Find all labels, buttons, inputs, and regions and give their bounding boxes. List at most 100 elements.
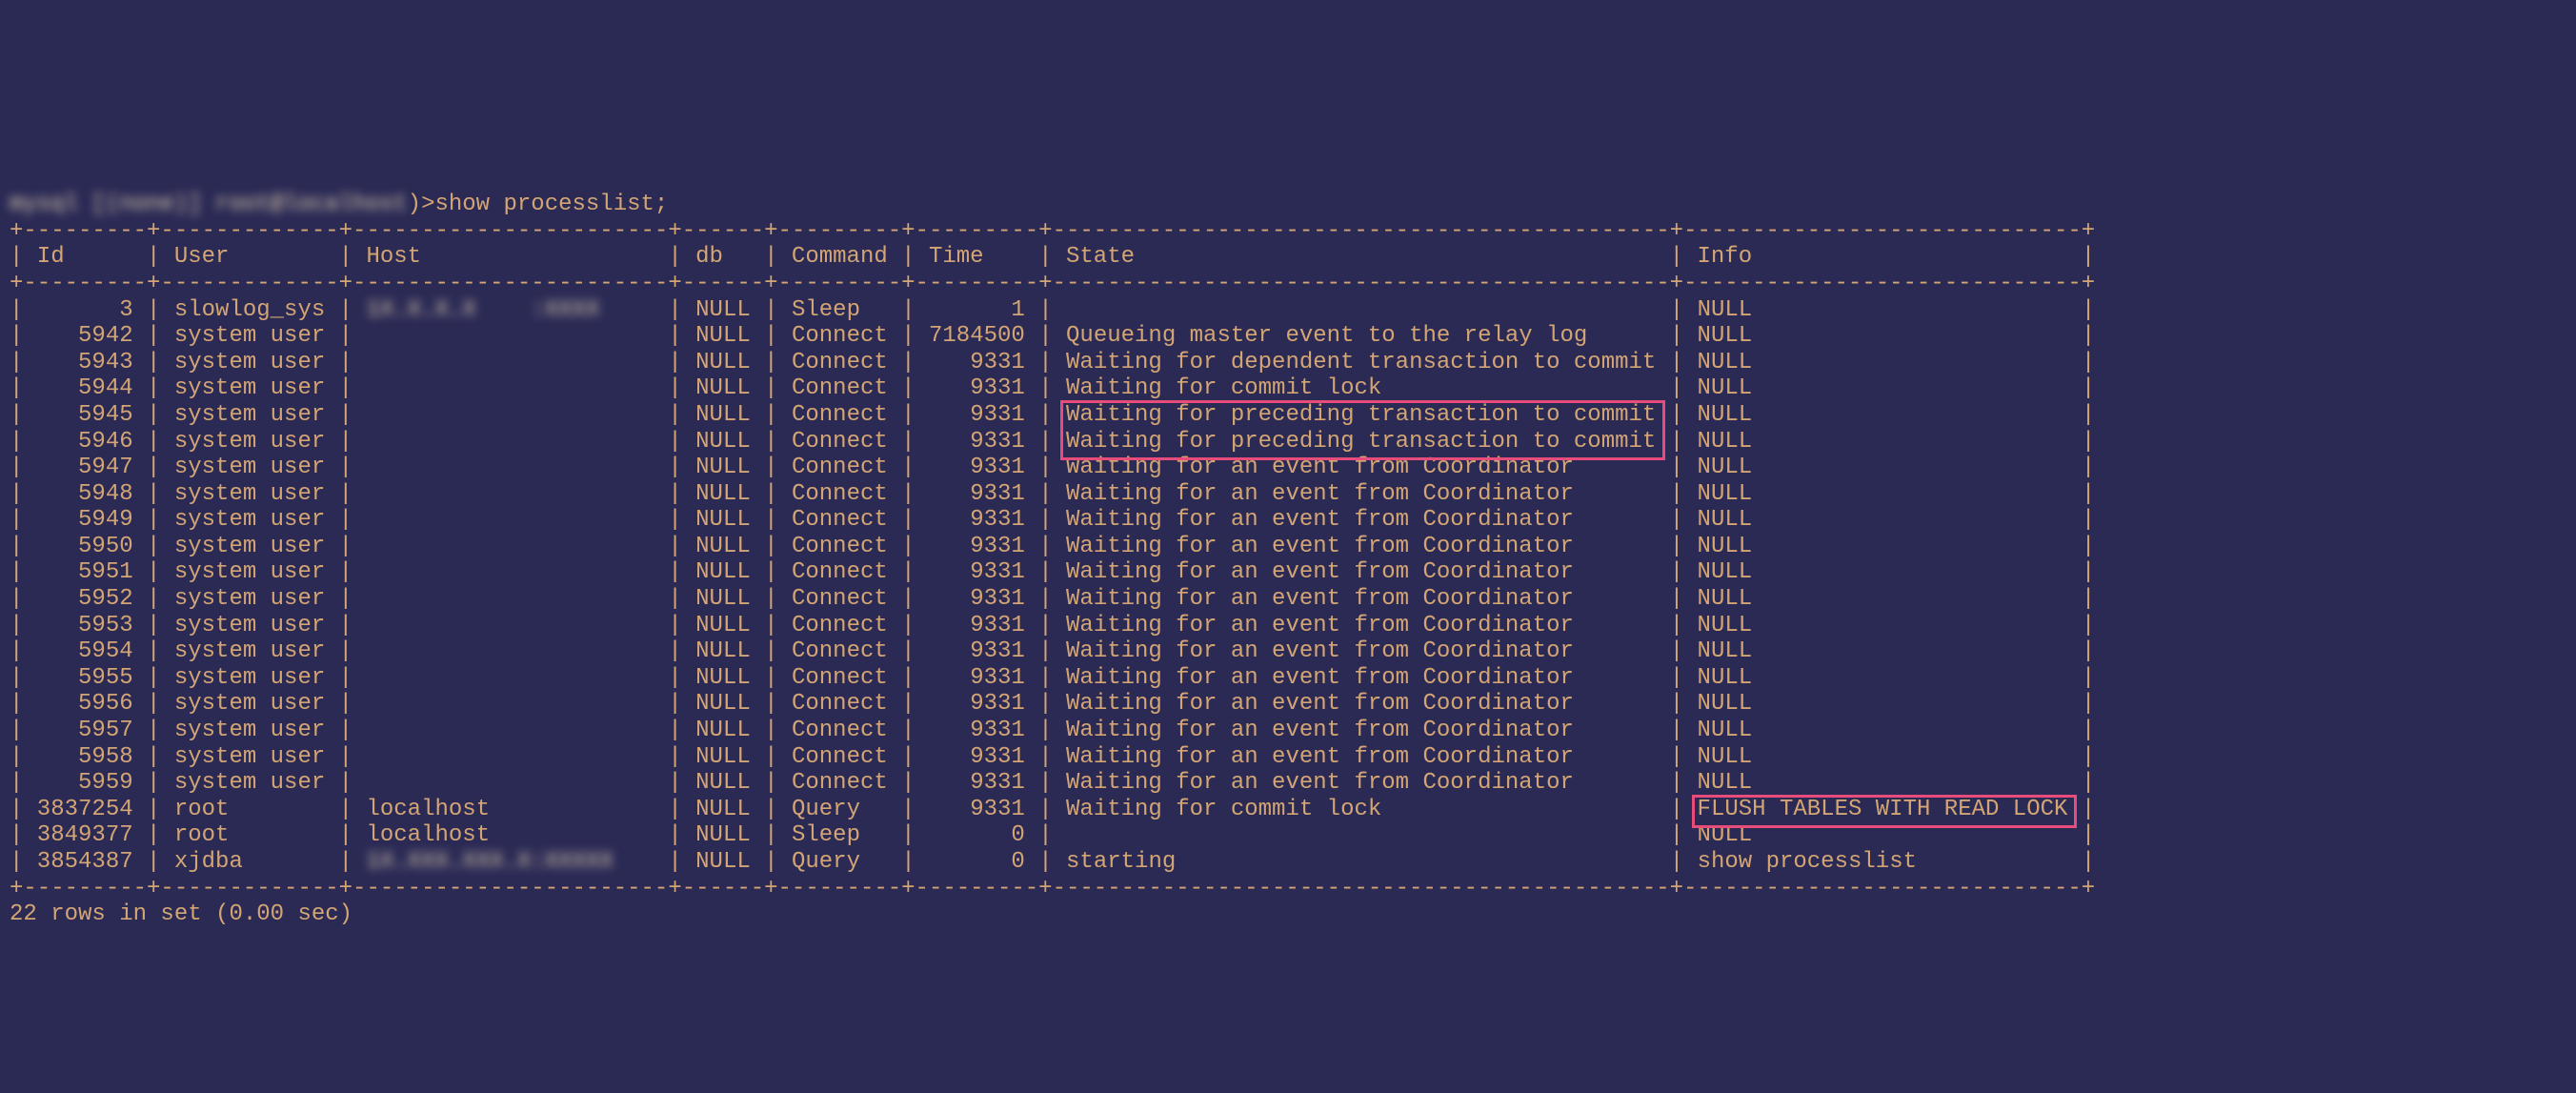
cell-sep: | bbox=[2067, 323, 2095, 349]
cell-sep: | bbox=[2067, 613, 2095, 638]
cell-sep: | bbox=[2067, 770, 2095, 796]
cell-user: system user | bbox=[174, 455, 367, 480]
cell-state: Queueing master event to the relay log bbox=[1066, 323, 1656, 349]
cell-sep: | bbox=[1656, 350, 1697, 375]
cell-sep: | bbox=[1656, 559, 1697, 585]
cell-time: 9331 | bbox=[929, 718, 1066, 743]
cell-host: | bbox=[366, 718, 695, 743]
cell-time: 9331 | bbox=[929, 350, 1066, 375]
cell-host: | bbox=[366, 323, 695, 349]
cell-db: NULL | bbox=[695, 770, 792, 796]
cell-db: NULL | bbox=[695, 822, 792, 848]
table-row: | 3837254 | root | localhost | NULL | Qu… bbox=[10, 797, 2566, 823]
table-row: | 5951 | system user | | NULL | Connect … bbox=[10, 559, 2566, 586]
cell-sep: | bbox=[1656, 770, 1697, 796]
cell-sep: | bbox=[2067, 297, 2095, 323]
table-row: | 5952 | system user | | NULL | Connect … bbox=[10, 586, 2566, 613]
cell-state bbox=[1066, 822, 1656, 848]
cell-sep: | bbox=[1656, 507, 1697, 533]
result-footer: 22 rows in set (0.00 sec) bbox=[10, 901, 2566, 928]
cell-host: | bbox=[366, 559, 695, 585]
table-divider-top: +---------+-------------+---------------… bbox=[10, 218, 2566, 245]
cell-command: Connect | bbox=[792, 691, 929, 717]
table-row: | 5942 | system user | | NULL | Connect … bbox=[10, 323, 2566, 350]
cell-sep: | bbox=[2067, 429, 2095, 455]
prompt-redacted: mysql [(none)] root@localhost bbox=[10, 192, 408, 218]
cell-command: Connect | bbox=[792, 744, 929, 770]
cell-user: slowlog_sys | bbox=[174, 297, 367, 323]
cell-user: system user | bbox=[174, 770, 367, 796]
cell-db: NULL | bbox=[695, 481, 792, 507]
cell-sep: | bbox=[2067, 586, 2095, 612]
cell-state: Waiting for an event from Coordinator bbox=[1066, 718, 1656, 743]
cell-user: system user | bbox=[174, 744, 367, 770]
cell-command: Query | bbox=[792, 797, 929, 822]
cell-state: Waiting for an event from Coordinator bbox=[1066, 455, 1656, 480]
cell-state: Waiting for preceding transaction to com… bbox=[1066, 402, 1656, 428]
prompt-line: mysql [(none)] root@localhost)>show proc… bbox=[10, 192, 2566, 218]
cell-info: NULL bbox=[1698, 770, 2068, 796]
cell-info: NULL bbox=[1698, 455, 2068, 480]
cell-user: system user | bbox=[174, 507, 367, 533]
cell-user: system user | bbox=[174, 613, 367, 638]
table-divider-mid: +---------+-------------+---------------… bbox=[10, 271, 2566, 297]
cell-id: | 3849377 | bbox=[10, 822, 174, 848]
cell-sep: | bbox=[1656, 455, 1697, 480]
cell-db: NULL | bbox=[695, 638, 792, 664]
cell-sep: | bbox=[2067, 481, 2095, 507]
cell-time: 9331 | bbox=[929, 559, 1066, 585]
cell-info: NULL bbox=[1698, 507, 2068, 533]
cell-info: NULL bbox=[1698, 323, 2068, 349]
cell-user: system user | bbox=[174, 481, 367, 507]
cell-db: NULL | bbox=[695, 849, 792, 875]
cell-command: Query | bbox=[792, 849, 929, 875]
cell-host: localhost | bbox=[366, 822, 695, 848]
cell-sep: | bbox=[1656, 297, 1697, 323]
cell-sep: | bbox=[2067, 350, 2095, 375]
cell-host: | bbox=[366, 665, 695, 691]
cell-command: Connect | bbox=[792, 481, 929, 507]
cell-host: | bbox=[366, 744, 695, 770]
cell-sep: | bbox=[654, 297, 695, 323]
cell-id: | 5945 | bbox=[10, 402, 174, 428]
cell-command: Connect | bbox=[792, 507, 929, 533]
cell-sep: | bbox=[2067, 665, 2095, 691]
cell-id: | 5944 | bbox=[10, 375, 174, 401]
cell-info: NULL bbox=[1698, 638, 2068, 664]
cell-command: Connect | bbox=[792, 375, 929, 401]
cell-db: NULL | bbox=[695, 586, 792, 612]
cell-id: | 5951 | bbox=[10, 559, 174, 585]
cell-command: Connect | bbox=[792, 586, 929, 612]
cell-time: 9331 | bbox=[929, 797, 1066, 822]
cell-sep: | bbox=[1656, 613, 1697, 638]
table-divider-bot: +---------+-------------+---------------… bbox=[10, 876, 2566, 902]
cell-user: system user | bbox=[174, 691, 367, 717]
cell-db: NULL | bbox=[695, 350, 792, 375]
cell-id: | 5959 | bbox=[10, 770, 174, 796]
cell-time: 7184500 | bbox=[929, 323, 1066, 349]
cell-info: NULL bbox=[1698, 744, 2068, 770]
cell-user: system user | bbox=[174, 350, 367, 375]
table-row: | 5948 | system user | | NULL | Connect … bbox=[10, 481, 2566, 508]
cell-sep: | bbox=[1656, 665, 1697, 691]
cell-user: system user | bbox=[174, 429, 367, 455]
cell-host: localhost | bbox=[366, 797, 695, 822]
cell-user: system user | bbox=[174, 559, 367, 585]
cell-id: | 5942 | bbox=[10, 323, 174, 349]
cell-user: system user | bbox=[174, 638, 367, 664]
cell-state: Waiting for an event from Coordinator bbox=[1066, 507, 1656, 533]
table-row: | 5956 | system user | | NULL | Connect … bbox=[10, 691, 2566, 718]
cell-state bbox=[1066, 297, 1656, 323]
cell-host: | bbox=[366, 481, 695, 507]
cell-user: system user | bbox=[174, 534, 367, 559]
cell-host: | bbox=[366, 770, 695, 796]
cell-id: | 5956 | bbox=[10, 691, 174, 717]
cell-host: | bbox=[366, 534, 695, 559]
cell-id: | 5953 | bbox=[10, 613, 174, 638]
cell-sep: | bbox=[1656, 323, 1697, 349]
cell-id: | 5958 | bbox=[10, 744, 174, 770]
table-row: | 5955 | system user | | NULL | Connect … bbox=[10, 665, 2566, 692]
cell-sep: | bbox=[2067, 455, 2095, 480]
cell-info: NULL bbox=[1698, 665, 2068, 691]
table-row: | 5943 | system user | | NULL | Connect … bbox=[10, 350, 2566, 376]
